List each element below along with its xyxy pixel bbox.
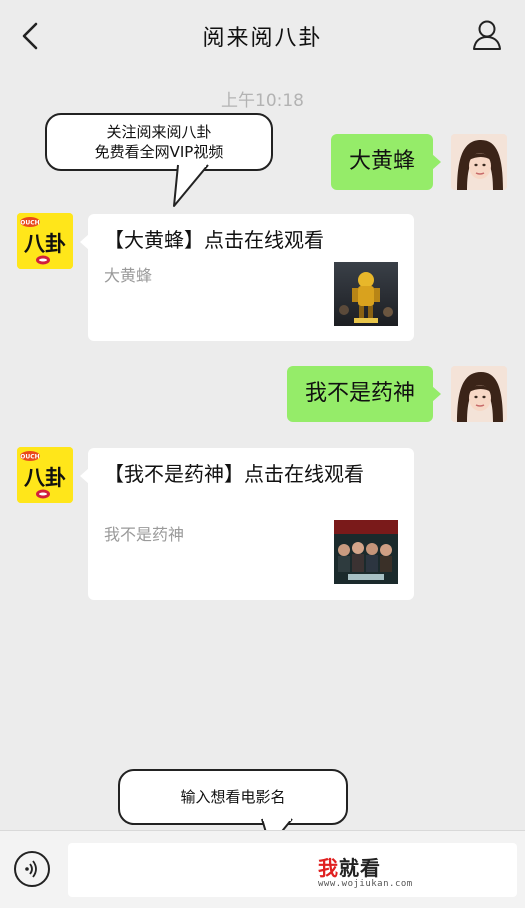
user-avatar[interactable] bbox=[451, 134, 507, 190]
site-watermark: 我就看 www.wojiukan.com bbox=[318, 852, 413, 889]
card-description: 我不是药神 bbox=[104, 525, 185, 544]
message-timestamp: 上午10:18 bbox=[221, 91, 304, 111]
message-text: 大黄蜂 bbox=[348, 149, 415, 174]
voice-icon bbox=[25, 860, 37, 878]
movie-poster-image bbox=[334, 520, 398, 584]
movie-poster-image bbox=[334, 262, 398, 326]
message-input[interactable] bbox=[68, 843, 517, 897]
watermark-brand: 就看 bbox=[339, 856, 381, 880]
svg-text:OUCH: OUCH bbox=[20, 220, 39, 227]
card-title: 【我不是药神】点击在线观看 bbox=[104, 462, 364, 486]
message-text: 我不是药神 bbox=[304, 381, 415, 406]
callout-tail bbox=[173, 164, 209, 207]
voice-input-button[interactable] bbox=[14, 851, 50, 887]
user-photo-avatar bbox=[451, 134, 507, 190]
chat-title: 阅来阅八卦 bbox=[202, 26, 323, 51]
chat-header: 阅来阅八卦 bbox=[0, 0, 525, 72]
bot-avatar[interactable]: OUCH 八卦 bbox=[17, 447, 73, 503]
bagua-logo: OUCH 八卦 bbox=[17, 447, 73, 503]
bot-avatar[interactable]: OUCH 八卦 bbox=[17, 213, 73, 269]
movie-thumbnail bbox=[334, 262, 398, 326]
person-icon bbox=[473, 20, 501, 50]
svg-text:八卦: 八卦 bbox=[24, 232, 66, 256]
card-description: 大黄蜂 bbox=[104, 266, 153, 285]
callout-line: 关注阅来阅八卦 bbox=[106, 123, 212, 141]
watermark-url: www.wojiukan.com bbox=[318, 879, 413, 889]
bagua-logo: OUCH 八卦 bbox=[17, 213, 73, 269]
input-bar bbox=[0, 830, 525, 908]
callout-line: 输入想看电影名 bbox=[180, 788, 286, 806]
movie-thumbnail bbox=[334, 520, 398, 584]
user-message-bubble[interactable]: 我不是药神 bbox=[286, 366, 442, 422]
video-link-card[interactable]: 【我不是药神】点击在线观看 我不是药神 bbox=[80, 448, 414, 600]
profile-button[interactable] bbox=[471, 18, 503, 52]
video-link-card[interactable]: 【大黄蜂】点击在线观看 大黄蜂 bbox=[80, 214, 414, 341]
svg-text:OUCH: OUCH bbox=[20, 454, 39, 461]
watermark-brand-red: 我 bbox=[318, 856, 339, 880]
user-photo-avatar bbox=[451, 366, 507, 422]
user-avatar[interactable] bbox=[451, 366, 507, 422]
card-title: 【大黄蜂】点击在线观看 bbox=[104, 228, 324, 252]
callout-line: 免费看全网VIP视频 bbox=[94, 143, 224, 161]
svg-text:八卦: 八卦 bbox=[24, 466, 66, 490]
bottom-callout: 输入想看电影名 bbox=[118, 769, 348, 825]
top-callout: 关注阅来阅八卦 免费看全网VIP视频 bbox=[45, 113, 273, 171]
user-message-bubble[interactable]: 大黄蜂 bbox=[330, 134, 442, 190]
